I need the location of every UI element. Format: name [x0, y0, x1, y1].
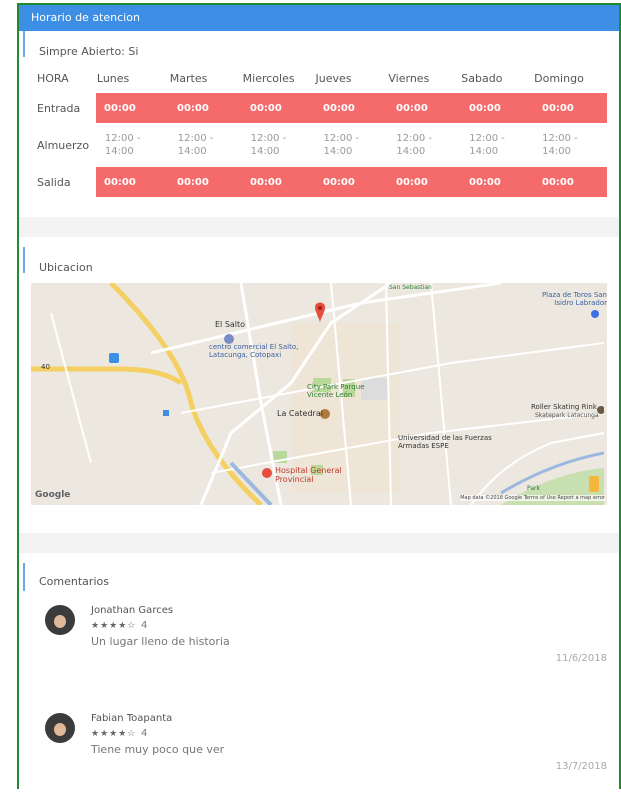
map-label-plaza-toros: Plaza de Toros San Isidro Labrador: [541, 291, 607, 307]
header-bar: Horario de atencion: [19, 5, 619, 31]
map-label-centro-comercial: centro comercial El Salto, Latacunga, Co…: [209, 343, 299, 359]
comment-author: Fabian Toapanta: [91, 713, 173, 724]
day-header: Lunes: [96, 71, 130, 85]
comment-item: Jonathan Garces ★★★★☆ 4 Un lugar lleno d…: [19, 591, 619, 699]
almuerzo-cell: 12:00 - 14:00: [250, 133, 287, 157]
comment-date: 11/6/2018: [555, 653, 607, 664]
section-divider: [19, 533, 619, 553]
map-label-el-salto: El Salto: [215, 320, 246, 329]
schedule-header-row: HORA Lunes Martes Miercoles Jueves Viern…: [31, 63, 607, 93]
avatar-face: [54, 615, 66, 628]
map-label-skatepark: Skatepark Latacunga: [535, 412, 599, 419]
map-label-catedral: La Catedral: [277, 409, 323, 418]
entrada-cell: 00:00: [469, 102, 501, 114]
day-header: Sabado: [461, 71, 503, 85]
almuerzo-cell: 12:00 - 14:00: [542, 133, 578, 157]
comment-text: Un lugar lleno de historia: [91, 635, 230, 648]
comment-text: Tiene muy poco que ver: [91, 743, 225, 756]
almuerzo-row: Almuerzo 12:00 - 14:00 12:00 - 14:00 12:…: [31, 123, 607, 167]
almuerzo-label: Almuerzo: [37, 138, 90, 152]
salida-cell: 00:00: [396, 176, 428, 188]
map-footer[interactable]: Map data ©2018 Google Terms of Use Repor…: [460, 495, 605, 501]
salida-cell: 00:00: [104, 176, 136, 188]
almuerzo-cell: 12:00 - 14:00: [104, 133, 141, 157]
entrada-cell: 00:00: [542, 102, 574, 114]
avatar-face: [54, 723, 66, 736]
entrada-cell: 00:00: [323, 102, 355, 114]
rating-stars-icon: ★★★★☆: [91, 729, 137, 739]
day-header: Miercoles: [242, 71, 295, 85]
salida-cell: 00:00: [250, 176, 282, 188]
rating-value: 4: [141, 620, 148, 631]
day-header: Martes: [169, 71, 208, 85]
entrada-cells: 00:00 00:00 00:00 00:00 00:00 00:00 00:0…: [96, 93, 607, 123]
salida-cells: 00:00 00:00 00:00 00:00 00:00 00:00 00:0…: [96, 167, 607, 197]
day-header: Jueves: [315, 71, 352, 85]
map-route-label: 40: [41, 363, 50, 371]
almuerzo-cell: 12:00 - 14:00: [177, 133, 214, 157]
entrada-cell: 00:00: [250, 102, 282, 114]
salida-cell: 00:00: [177, 176, 209, 188]
schedule-table: HORA Lunes Martes Miercoles Jueves Viern…: [19, 57, 619, 197]
map-label-park: Park: [527, 485, 540, 492]
comments-title: Comentarios: [23, 563, 619, 591]
entrada-label: Entrada: [37, 101, 81, 115]
day-header: Domingo: [534, 71, 584, 85]
entrada-cell: 00:00: [177, 102, 209, 114]
entrada-row: Entrada 00:00 00:00 00:00 00:00 00:00 00…: [31, 93, 607, 123]
entrada-cell: 00:00: [396, 102, 428, 114]
salida-cell: 00:00: [323, 176, 355, 188]
comment-author: Jonathan Garces: [91, 605, 174, 616]
map-label-san-sebastian: San Sebastian: [389, 284, 432, 291]
map-label-universidad: Universidad de las Fuerzas Armadas ESPE: [398, 434, 492, 450]
map-label-hospital: Hospital General Provincial: [275, 466, 342, 484]
rating-stars-icon: ★★★★☆: [91, 621, 137, 631]
location-title: Ubicacion: [23, 247, 619, 274]
avatar: [45, 605, 75, 635]
entrada-cell: 00:00: [104, 102, 136, 114]
google-logo: Google: [35, 490, 71, 500]
header-title: Horario de atencion: [31, 11, 140, 24]
almuerzo-cell: 12:00 - 14:00: [396, 133, 432, 157]
page-frame: Horario de atencion Simpre Abierto: Si H…: [17, 3, 621, 789]
salida-cell: 00:00: [469, 176, 501, 188]
hour-column-header: HORA: [37, 71, 69, 85]
always-open-status: Simpre Abierto: Si: [23, 31, 619, 58]
map-label-city-park: City Park Parque Vicente León: [307, 383, 365, 399]
salida-label: Salida: [37, 175, 71, 189]
map-label-roller: Roller Skating Rink: [531, 403, 597, 411]
almuerzo-cell: 12:00 - 14:00: [469, 133, 505, 157]
salida-row: Salida 00:00 00:00 00:00 00:00 00:00 00:…: [31, 167, 607, 197]
rating-value: 4: [141, 728, 148, 739]
map-view[interactable]: El Salto centro comercial El Salto, Lata…: [31, 283, 607, 505]
avatar: [45, 713, 75, 743]
salida-cell: 00:00: [542, 176, 574, 188]
section-divider: [19, 217, 619, 237]
comment-date: 13/7/2018: [555, 761, 607, 772]
pegman[interactable]: [589, 476, 599, 492]
comment-item: Fabian Toapanta ★★★★☆ 4 Tiene muy poco q…: [19, 699, 619, 807]
day-header: Viernes: [388, 71, 430, 85]
almuerzo-cell: 12:00 - 14:00: [323, 133, 360, 157]
